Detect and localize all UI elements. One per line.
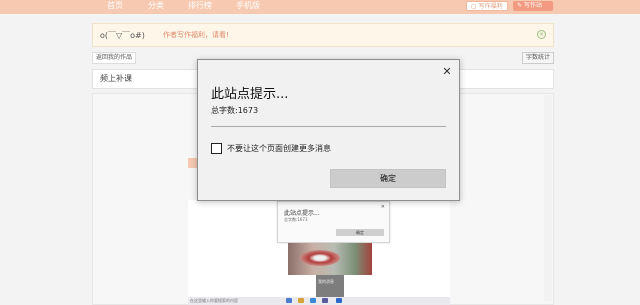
ok-button[interactable]: 确定 [330, 169, 446, 188]
notice-message[interactable]: 作者写作福利，请看! [163, 30, 229, 40]
back-to-works-button[interactable]: 返回我的作品 [92, 52, 136, 64]
embedded-dark-text: 我的消息 [318, 279, 334, 284]
site-alert-dialog: ✕ 此站点提示... 总字数:1673 不要让这个页面创建更多消息 确定 [197, 59, 460, 201]
write-code-label: 写作福利 [478, 3, 503, 10]
embedded-photo-lips [300, 250, 340, 266]
nav-item-ranking[interactable]: 排行榜 [188, 0, 212, 11]
embedded-dialog: 此站点提示... 总字数:1673 ✕ 确定 [277, 201, 390, 243]
nav-item-category[interactable]: 分类 [148, 0, 164, 11]
suppress-dialogs-label[interactable]: 不要让这个页面创建更多消息 [227, 143, 331, 154]
close-circle-icon[interactable]: × [537, 30, 546, 39]
dialog-message: 总字数:1673 [211, 106, 259, 115]
embedded-close-icon: ✕ [380, 204, 385, 210]
write-draft-button[interactable]: ✎ 写作站 [513, 1, 553, 11]
taskbar-app-icon-3 [336, 298, 342, 303]
notice-bar: o(￣▽￣o#) 作者写作福利，请看! × [92, 23, 554, 47]
word-count-button[interactable]: 字数统计 [522, 52, 554, 64]
close-icon[interactable]: ✕ [441, 66, 453, 78]
embedded-taskbar-search: 在这里输入你要搜索的内容 [190, 298, 238, 303]
editor-scrollbar[interactable] [544, 95, 552, 301]
write-draft-label: 写作站 [523, 2, 542, 9]
taskbar-browser-icon [310, 298, 316, 303]
embedded-dialog-title: 此站点提示... [284, 210, 320, 217]
taskbar-folder-icon [298, 298, 304, 303]
notice-emote: o(￣▽￣o#) [100, 31, 145, 40]
code-icon: ▢ [471, 3, 477, 10]
dialog-title: 此站点提示... [211, 87, 289, 102]
embedded-dialog-sub: 总字数:1673 [284, 217, 308, 222]
top-nav: 首页 分类 排行榜 手机版 ▢ 写作福利 ✎ 写作站 [0, 0, 640, 14]
pen-icon: ✎ [517, 2, 523, 9]
embedded-ok-button: 确定 [336, 229, 384, 236]
nav-item-home[interactable]: 首页 [107, 0, 123, 11]
suppress-dialogs-checkbox[interactable] [211, 143, 222, 154]
write-code-button[interactable]: ▢ 写作福利 [466, 1, 508, 11]
dialog-divider [211, 126, 446, 127]
nav-item-mobile[interactable]: 手机版 [236, 0, 260, 11]
taskbar-app-icon-2 [322, 298, 328, 303]
taskbar-app-icon [286, 298, 292, 303]
